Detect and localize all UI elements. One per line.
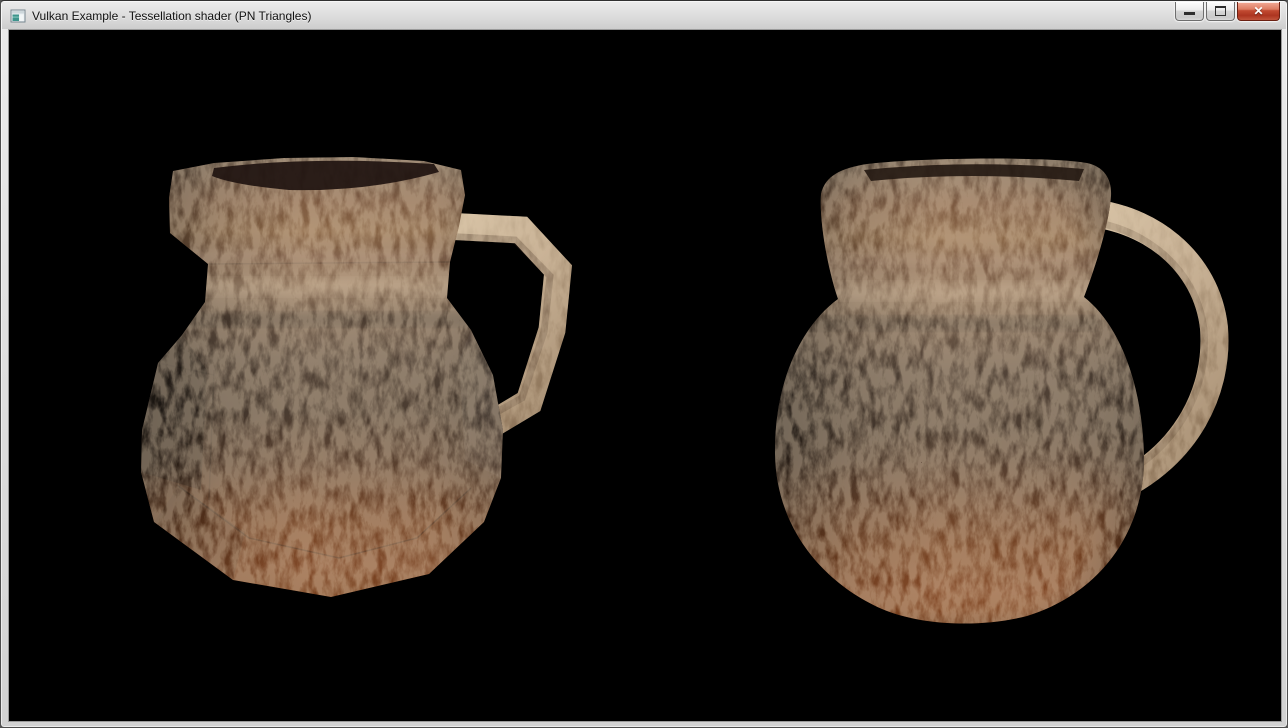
- title-bar[interactable]: Vulkan Example - Tessellation shader (PN…: [2, 2, 1286, 29]
- jug-low-poly-model: [129, 157, 558, 630]
- window-title: Vulkan Example - Tessellation shader (PN…: [32, 9, 311, 23]
- window-controls: ✕: [1173, 2, 1280, 21]
- maximize-icon: [1215, 6, 1226, 16]
- minimize-button[interactable]: [1175, 2, 1204, 21]
- minimize-icon: [1184, 12, 1195, 15]
- render-viewport[interactable]: [9, 30, 1281, 721]
- jug-tessellated-model: [749, 130, 1215, 650]
- maximize-button[interactable]: [1206, 2, 1235, 21]
- vulkan-example-window: Vulkan Example - Tessellation shader (PN…: [0, 0, 1288, 728]
- application-icon[interactable]: [10, 8, 26, 24]
- close-icon: ✕: [1253, 5, 1263, 17]
- close-button[interactable]: ✕: [1237, 2, 1280, 21]
